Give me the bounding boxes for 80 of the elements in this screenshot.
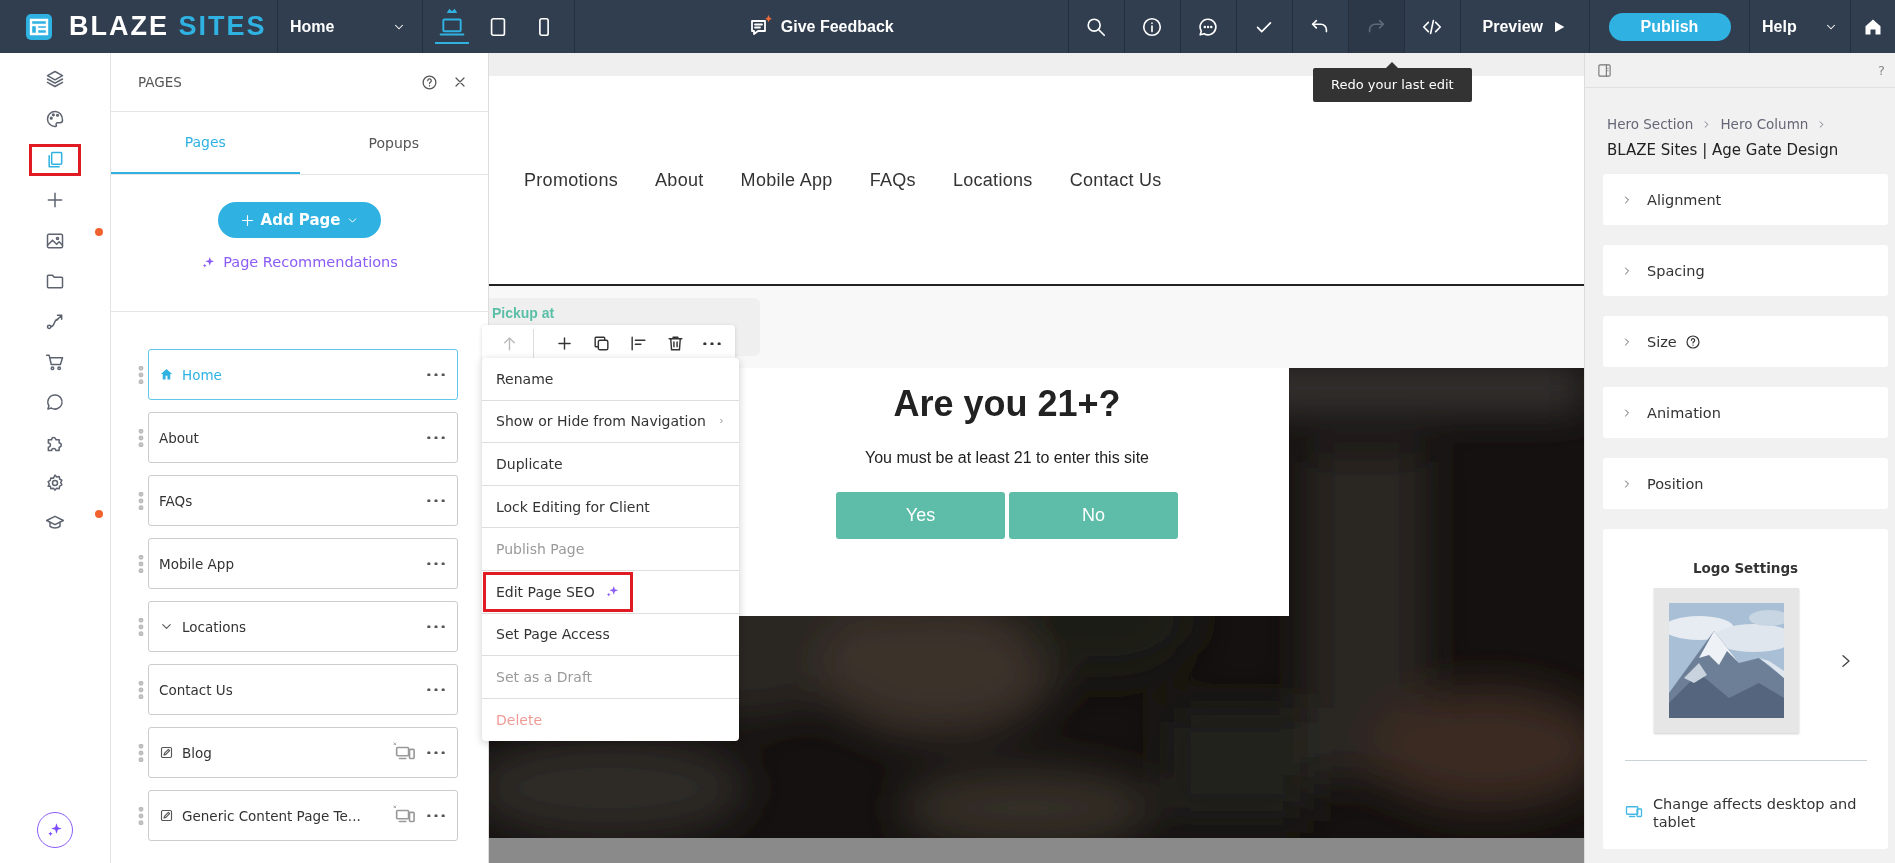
menu-item[interactable]: Lock Editing for Client	[482, 485, 739, 529]
layers-icon	[45, 69, 65, 89]
page-list-item[interactable]: Contact Us	[148, 664, 458, 715]
page-list-item[interactable]: Generic Content Page Te...	[148, 790, 458, 841]
logo-text: BLAZE SITES	[69, 11, 267, 42]
menu-item[interactable]: Edit Page SEO	[482, 570, 739, 614]
page-list-item[interactable]: About	[148, 412, 458, 463]
drag-handle-icon	[138, 554, 144, 573]
more-icon	[427, 687, 445, 692]
edit-page-icon	[159, 808, 174, 823]
panel-tab[interactable]: Popups	[299, 112, 488, 174]
page-list-item[interactable]: Blog	[148, 727, 458, 778]
edit-page-icon	[159, 745, 174, 760]
logo-thumbnail[interactable]	[1654, 588, 1799, 733]
nav-link[interactable]: Promotions	[524, 169, 619, 191]
drag-handle-icon	[138, 491, 144, 510]
help-icon	[1684, 333, 1701, 350]
sparkle-icon	[46, 821, 64, 839]
panel-title: PAGES	[138, 74, 183, 90]
chat-icon	[1197, 15, 1219, 38]
accordion-section[interactable]: Animation	[1603, 387, 1888, 438]
nav-link[interactable]: FAQs	[869, 169, 916, 191]
element-title: BLAZE Sites | Age Gate Design	[1606, 140, 1840, 159]
more-icon	[427, 561, 445, 566]
settings-icon	[45, 472, 65, 493]
feedback-button[interactable]: Give Feedback	[748, 14, 894, 39]
align-left-icon	[628, 334, 648, 353]
drag-handle-icon	[138, 743, 144, 762]
palette-icon	[45, 109, 65, 130]
nav-link[interactable]: Mobile App	[740, 169, 833, 191]
banner-text: Pickup at	[492, 305, 555, 321]
menu-item[interactable]: Show or Hide from Navigation	[482, 400, 739, 444]
search-icon	[1085, 15, 1107, 38]
page-list-item[interactable]: FAQs	[148, 475, 458, 526]
more-icon	[427, 750, 445, 755]
more-icon	[427, 813, 445, 818]
more-icon	[427, 435, 445, 440]
duplicate-icon	[591, 334, 611, 353]
plus-icon	[239, 212, 255, 228]
page-list-item[interactable]: Locations	[148, 601, 458, 652]
more-icon	[427, 372, 445, 377]
card-title: Logo Settings	[1692, 560, 1799, 576]
nav-link[interactable]: About	[655, 169, 704, 191]
logo-icon	[25, 12, 53, 41]
accordion-section[interactable]: Alignment	[1603, 174, 1888, 225]
route-icon	[45, 311, 65, 332]
menu-item[interactable]: Set Page Access	[482, 613, 739, 657]
note-text: Change affects desktop and tablet	[1653, 795, 1858, 832]
chat-bubble-icon	[45, 392, 65, 413]
nav-link[interactable]: Contact Us	[1069, 169, 1162, 191]
page-recommendations-link[interactable]: Page Recommendations	[201, 254, 398, 270]
help-button[interactable]	[421, 73, 438, 91]
info-icon	[1141, 15, 1163, 38]
modal-title: Are you 21+?	[893, 383, 1121, 425]
home-icon	[159, 367, 174, 382]
breadcrumb-link[interactable]: Hero Section	[1607, 116, 1694, 132]
menu-item[interactable]: Rename	[482, 358, 739, 401]
drag-handle-icon	[138, 680, 144, 699]
pages-icon	[45, 149, 65, 170]
drag-handle-icon	[138, 428, 144, 447]
breadcrumb-link[interactable]: Hero Column	[1720, 116, 1809, 132]
page-list-item[interactable]: Mobile App	[148, 538, 458, 589]
nav-link[interactable]: Locations	[952, 169, 1033, 191]
drag-handle-icon	[138, 806, 144, 825]
tooltip: Redo your last edit	[1313, 68, 1472, 102]
ai-assistant-button[interactable]	[37, 812, 73, 848]
menu-item[interactable]: Duplicate	[482, 443, 739, 486]
drag-handle-icon	[138, 617, 144, 636]
more-icon	[427, 624, 445, 629]
pages-button[interactable]	[30, 144, 80, 175]
more-icon	[427, 498, 445, 503]
drag-handle-icon	[138, 365, 144, 384]
help-icon	[421, 73, 438, 91]
accordion-section[interactable]: Spacing	[1603, 245, 1888, 296]
modal-message: You must be at least 21 to enter this site	[865, 449, 1149, 467]
sidebar-toggle-icon	[1597, 62, 1612, 78]
more-icon	[703, 341, 721, 346]
accordion-section[interactable]: Position	[1603, 458, 1888, 509]
accordion-section[interactable]: Size	[1603, 316, 1888, 367]
help-menu[interactable]: Help	[1750, 0, 1850, 53]
